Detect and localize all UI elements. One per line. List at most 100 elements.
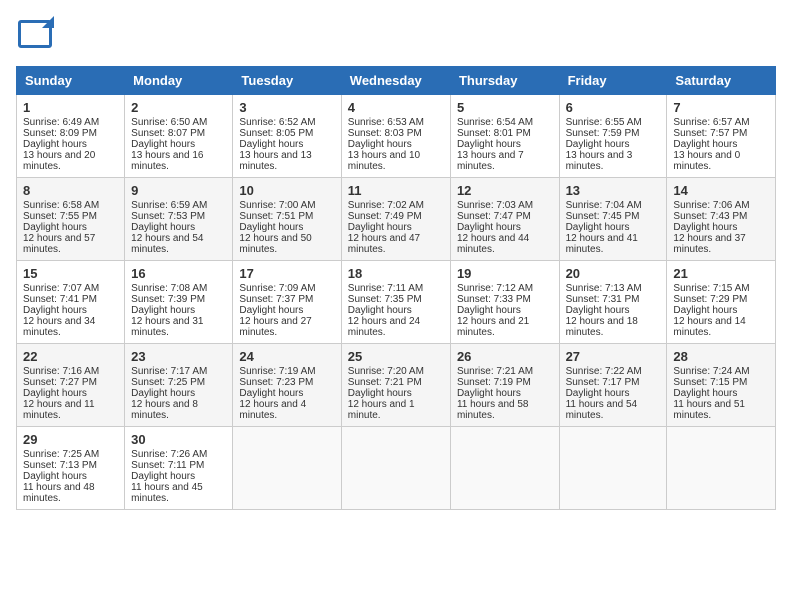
daylight-value: 12 hours and 18 minutes. <box>566 316 638 338</box>
calendar-cell: 29 Sunrise: 7:25 AM Sunset: 7:13 PM Dayl… <box>17 427 125 510</box>
day-number: 9 <box>131 183 226 198</box>
sunset-text: Sunset: 8:05 PM <box>239 128 313 139</box>
calendar-cell: 2 Sunrise: 6:50 AM Sunset: 8:07 PM Dayli… <box>125 95 233 178</box>
sunset-text: Sunset: 7:13 PM <box>23 460 97 471</box>
calendar-cell: 1 Sunrise: 6:49 AM Sunset: 8:09 PM Dayli… <box>17 95 125 178</box>
calendar-cell: 10 Sunrise: 7:00 AM Sunset: 7:51 PM Dayl… <box>233 178 341 261</box>
day-number: 3 <box>239 100 334 115</box>
calendar-cell <box>233 427 341 510</box>
daylight-label: Daylight hours <box>673 305 737 316</box>
logo <box>16 16 58 54</box>
col-header-monday: Monday <box>125 67 233 95</box>
daylight-value: 13 hours and 10 minutes. <box>348 150 420 172</box>
calendar-cell: 5 Sunrise: 6:54 AM Sunset: 8:01 PM Dayli… <box>450 95 559 178</box>
sunset-text: Sunset: 7:37 PM <box>239 294 313 305</box>
sunrise-text: Sunrise: 7:00 AM <box>239 200 315 211</box>
calendar-cell: 11 Sunrise: 7:02 AM Sunset: 7:49 PM Dayl… <box>341 178 450 261</box>
daylight-label: Daylight hours <box>239 305 303 316</box>
sunset-text: Sunset: 7:21 PM <box>348 377 422 388</box>
sunrise-text: Sunrise: 7:24 AM <box>673 366 749 377</box>
page-header <box>16 16 776 54</box>
daylight-value: 11 hours and 48 minutes. <box>23 482 95 504</box>
daylight-label: Daylight hours <box>673 222 737 233</box>
daylight-label: Daylight hours <box>457 305 521 316</box>
calendar-cell: 6 Sunrise: 6:55 AM Sunset: 7:59 PM Dayli… <box>559 95 667 178</box>
daylight-value: 12 hours and 37 minutes. <box>673 233 745 255</box>
calendar-cell: 22 Sunrise: 7:16 AM Sunset: 7:27 PM Dayl… <box>17 344 125 427</box>
sunrise-text: Sunrise: 7:26 AM <box>131 449 207 460</box>
calendar-cell: 9 Sunrise: 6:59 AM Sunset: 7:53 PM Dayli… <box>125 178 233 261</box>
daylight-label: Daylight hours <box>566 388 630 399</box>
calendar-cell: 23 Sunrise: 7:17 AM Sunset: 7:25 PM Dayl… <box>125 344 233 427</box>
day-number: 16 <box>131 266 226 281</box>
sunrise-text: Sunrise: 6:58 AM <box>23 200 99 211</box>
day-number: 15 <box>23 266 118 281</box>
sunrise-text: Sunrise: 7:11 AM <box>348 283 423 294</box>
calendar-cell: 7 Sunrise: 6:57 AM Sunset: 7:57 PM Dayli… <box>667 95 776 178</box>
day-number: 5 <box>457 100 553 115</box>
daylight-value: 12 hours and 24 minutes. <box>348 316 420 338</box>
daylight-value: 12 hours and 1 minute. <box>348 399 415 421</box>
sunrise-text: Sunrise: 7:07 AM <box>23 283 99 294</box>
sunrise-text: Sunrise: 7:22 AM <box>566 366 642 377</box>
daylight-value: 12 hours and 27 minutes. <box>239 316 311 338</box>
sunset-text: Sunset: 7:47 PM <box>457 211 531 222</box>
calendar-cell: 30 Sunrise: 7:26 AM Sunset: 7:11 PM Dayl… <box>125 427 233 510</box>
daylight-label: Daylight hours <box>348 388 412 399</box>
daylight-label: Daylight hours <box>23 471 87 482</box>
sunset-text: Sunset: 7:25 PM <box>131 377 205 388</box>
daylight-value: 13 hours and 0 minutes. <box>673 150 740 172</box>
day-number: 18 <box>348 266 444 281</box>
calendar-cell: 8 Sunrise: 6:58 AM Sunset: 7:55 PM Dayli… <box>17 178 125 261</box>
daylight-label: Daylight hours <box>566 222 630 233</box>
sunset-text: Sunset: 8:03 PM <box>348 128 422 139</box>
sunset-text: Sunset: 7:41 PM <box>23 294 97 305</box>
day-number: 19 <box>457 266 553 281</box>
daylight-value: 13 hours and 13 minutes. <box>239 150 311 172</box>
sunset-text: Sunset: 7:53 PM <box>131 211 205 222</box>
calendar-cell <box>450 427 559 510</box>
col-header-friday: Friday <box>559 67 667 95</box>
day-number: 4 <box>348 100 444 115</box>
sunrise-text: Sunrise: 7:09 AM <box>239 283 315 294</box>
daylight-label: Daylight hours <box>348 139 412 150</box>
calendar-cell <box>559 427 667 510</box>
calendar-cell: 3 Sunrise: 6:52 AM Sunset: 8:05 PM Dayli… <box>233 95 341 178</box>
sunset-text: Sunset: 8:01 PM <box>457 128 531 139</box>
sunrise-text: Sunrise: 7:03 AM <box>457 200 533 211</box>
sunset-text: Sunset: 7:51 PM <box>239 211 313 222</box>
daylight-value: 12 hours and 50 minutes. <box>239 233 311 255</box>
daylight-label: Daylight hours <box>23 388 87 399</box>
daylight-label: Daylight hours <box>457 222 521 233</box>
calendar-cell: 26 Sunrise: 7:21 AM Sunset: 7:19 PM Dayl… <box>450 344 559 427</box>
daylight-value: 12 hours and 21 minutes. <box>457 316 529 338</box>
calendar-cell <box>667 427 776 510</box>
day-number: 13 <box>566 183 661 198</box>
daylight-value: 12 hours and 14 minutes. <box>673 316 745 338</box>
daylight-value: 12 hours and 41 minutes. <box>566 233 638 255</box>
sunset-text: Sunset: 7:17 PM <box>566 377 640 388</box>
sunset-text: Sunset: 7:19 PM <box>457 377 531 388</box>
sunrise-text: Sunrise: 7:04 AM <box>566 200 642 211</box>
sunrise-text: Sunrise: 6:50 AM <box>131 117 207 128</box>
sunset-text: Sunset: 7:31 PM <box>566 294 640 305</box>
calendar-cell: 18 Sunrise: 7:11 AM Sunset: 7:35 PM Dayl… <box>341 261 450 344</box>
sunset-text: Sunset: 7:39 PM <box>131 294 205 305</box>
sunrise-text: Sunrise: 7:15 AM <box>673 283 749 294</box>
daylight-label: Daylight hours <box>131 305 195 316</box>
sunrise-text: Sunrise: 7:06 AM <box>673 200 749 211</box>
calendar-cell: 16 Sunrise: 7:08 AM Sunset: 7:39 PM Dayl… <box>125 261 233 344</box>
sunset-text: Sunset: 7:11 PM <box>131 460 204 471</box>
sunrise-text: Sunrise: 6:52 AM <box>239 117 315 128</box>
day-number: 23 <box>131 349 226 364</box>
daylight-label: Daylight hours <box>348 222 412 233</box>
calendar-cell: 15 Sunrise: 7:07 AM Sunset: 7:41 PM Dayl… <box>17 261 125 344</box>
day-number: 8 <box>23 183 118 198</box>
day-number: 22 <box>23 349 118 364</box>
daylight-label: Daylight hours <box>239 388 303 399</box>
sunrise-text: Sunrise: 7:02 AM <box>348 200 424 211</box>
daylight-label: Daylight hours <box>566 305 630 316</box>
day-number: 6 <box>566 100 661 115</box>
sunrise-text: Sunrise: 6:54 AM <box>457 117 533 128</box>
calendar-cell: 13 Sunrise: 7:04 AM Sunset: 7:45 PM Dayl… <box>559 178 667 261</box>
